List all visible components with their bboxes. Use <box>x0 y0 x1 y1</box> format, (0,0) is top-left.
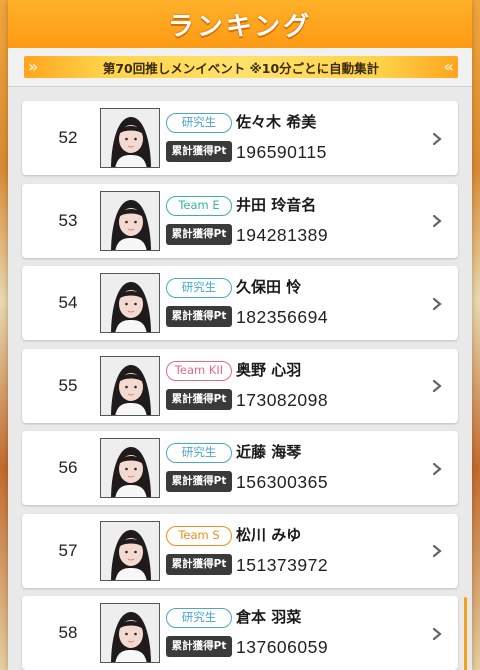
chevron-decor-left-icon: » <box>28 57 39 76</box>
rank-number: 57 <box>58 540 78 560</box>
rank-number: 53 <box>58 210 78 230</box>
member-name: 佐々木 希美 <box>236 113 317 131</box>
member-name: 松川 みゆ <box>236 525 302 544</box>
ranking-row[interactable]: 54 研究生 久保田 怜 累計獲得Pt 182356694 <box>22 266 458 340</box>
points-label: 累計獲得Pt <box>166 388 232 410</box>
event-title: 第70回推しメンイベント ※10分ごとに自動集計 <box>102 60 380 76</box>
member-name: 近藤 海琴 <box>236 443 302 461</box>
points-value: 182356694 <box>236 307 329 327</box>
team-badge: Team S <box>166 525 232 546</box>
member-photo-icon <box>101 109 159 167</box>
member-avatar <box>100 273 160 333</box>
ranking-row[interactable]: 56 研究生 近藤 海琴 累計獲得Pt 156300365 <box>22 431 458 505</box>
points-value: 156300365 <box>236 472 329 492</box>
points-label: 累計獲得Pt <box>166 223 232 245</box>
points-label: 累計獲得Pt <box>166 306 232 327</box>
member-avatar <box>100 108 160 168</box>
member-photo-icon <box>101 191 159 250</box>
rank-number: 55 <box>58 375 78 395</box>
points-value: 173082098 <box>236 389 329 410</box>
member-photo-icon <box>101 356 159 415</box>
chevron-right-icon[interactable] <box>432 266 442 340</box>
rank-number: 58 <box>58 623 78 642</box>
team-badge: Team E <box>166 195 232 216</box>
points-value: 151373972 <box>236 554 329 575</box>
member-name: 井田 玲音名 <box>236 195 317 214</box>
chevron-decor-right-icon: « <box>443 57 454 76</box>
member-avatar <box>100 603 160 663</box>
member-name: 奥野 心羽 <box>236 360 302 379</box>
team-badge: 研究生 <box>166 443 232 463</box>
chevron-right-icon[interactable] <box>432 596 442 670</box>
ranking-list[interactable]: 52 研究生 佐々木 希美 累計獲得Pt 196590115 53 Team E… <box>8 86 472 670</box>
member-avatar <box>100 190 160 251</box>
points-value: 137606059 <box>236 637 329 657</box>
points-value: 196590115 <box>236 142 327 162</box>
member-photo-icon <box>101 604 159 662</box>
member-avatar <box>100 438 160 498</box>
member-photo-icon <box>101 439 159 497</box>
member-name: 倉本 羽菜 <box>236 608 302 626</box>
points-label: 累計獲得Pt <box>166 141 232 162</box>
ranking-panel: ランキング » 第70回推しメンイベント ※10分ごとに自動集計 « 52 研究… <box>8 0 472 670</box>
points-label: 累計獲得Pt <box>166 636 232 657</box>
team-badge: 研究生 <box>166 278 232 298</box>
ranking-row[interactable]: 58 研究生 倉本 羽菜 累計獲得Pt 137606059 <box>22 596 458 670</box>
rank-number: 52 <box>58 128 78 147</box>
header-bar: ランキング <box>8 0 472 48</box>
ranking-row[interactable]: 55 Team KII 奥野 心羽 累計獲得Pt 173082098 <box>22 348 458 423</box>
rank-number: 54 <box>58 293 78 312</box>
ranking-row[interactable]: 52 研究生 佐々木 希美 累計獲得Pt 196590115 <box>22 101 458 175</box>
chevron-right-icon[interactable] <box>432 431 442 505</box>
chevron-right-icon[interactable] <box>432 184 442 258</box>
ranking-row[interactable]: 57 Team S 松川 みゆ 累計獲得Pt 151373972 <box>22 513 458 588</box>
member-avatar <box>100 355 160 416</box>
member-photo-icon <box>101 274 159 332</box>
points-label: 累計獲得Pt <box>166 471 232 492</box>
page-title: ランキング <box>167 11 313 42</box>
team-badge: Team KII <box>166 360 232 381</box>
event-banner: » 第70回推しメンイベント ※10分ごとに自動集計 « <box>24 56 458 78</box>
points-value: 194281389 <box>236 224 329 245</box>
chevron-right-icon[interactable] <box>432 514 442 588</box>
chevron-right-icon[interactable] <box>432 349 442 423</box>
points-label: 累計獲得Pt <box>166 553 232 575</box>
member-photo-icon <box>101 521 159 580</box>
team-badge: 研究生 <box>166 608 232 628</box>
team-badge: 研究生 <box>166 113 232 133</box>
member-name: 久保田 怜 <box>236 278 302 296</box>
rank-number: 56 <box>58 458 78 477</box>
chevron-right-icon[interactable] <box>432 101 442 175</box>
scrollbar-thumb[interactable] <box>464 597 467 670</box>
member-avatar <box>100 520 160 581</box>
ranking-row[interactable]: 53 Team E 井田 玲音名 累計獲得Pt 194281389 <box>22 183 458 258</box>
